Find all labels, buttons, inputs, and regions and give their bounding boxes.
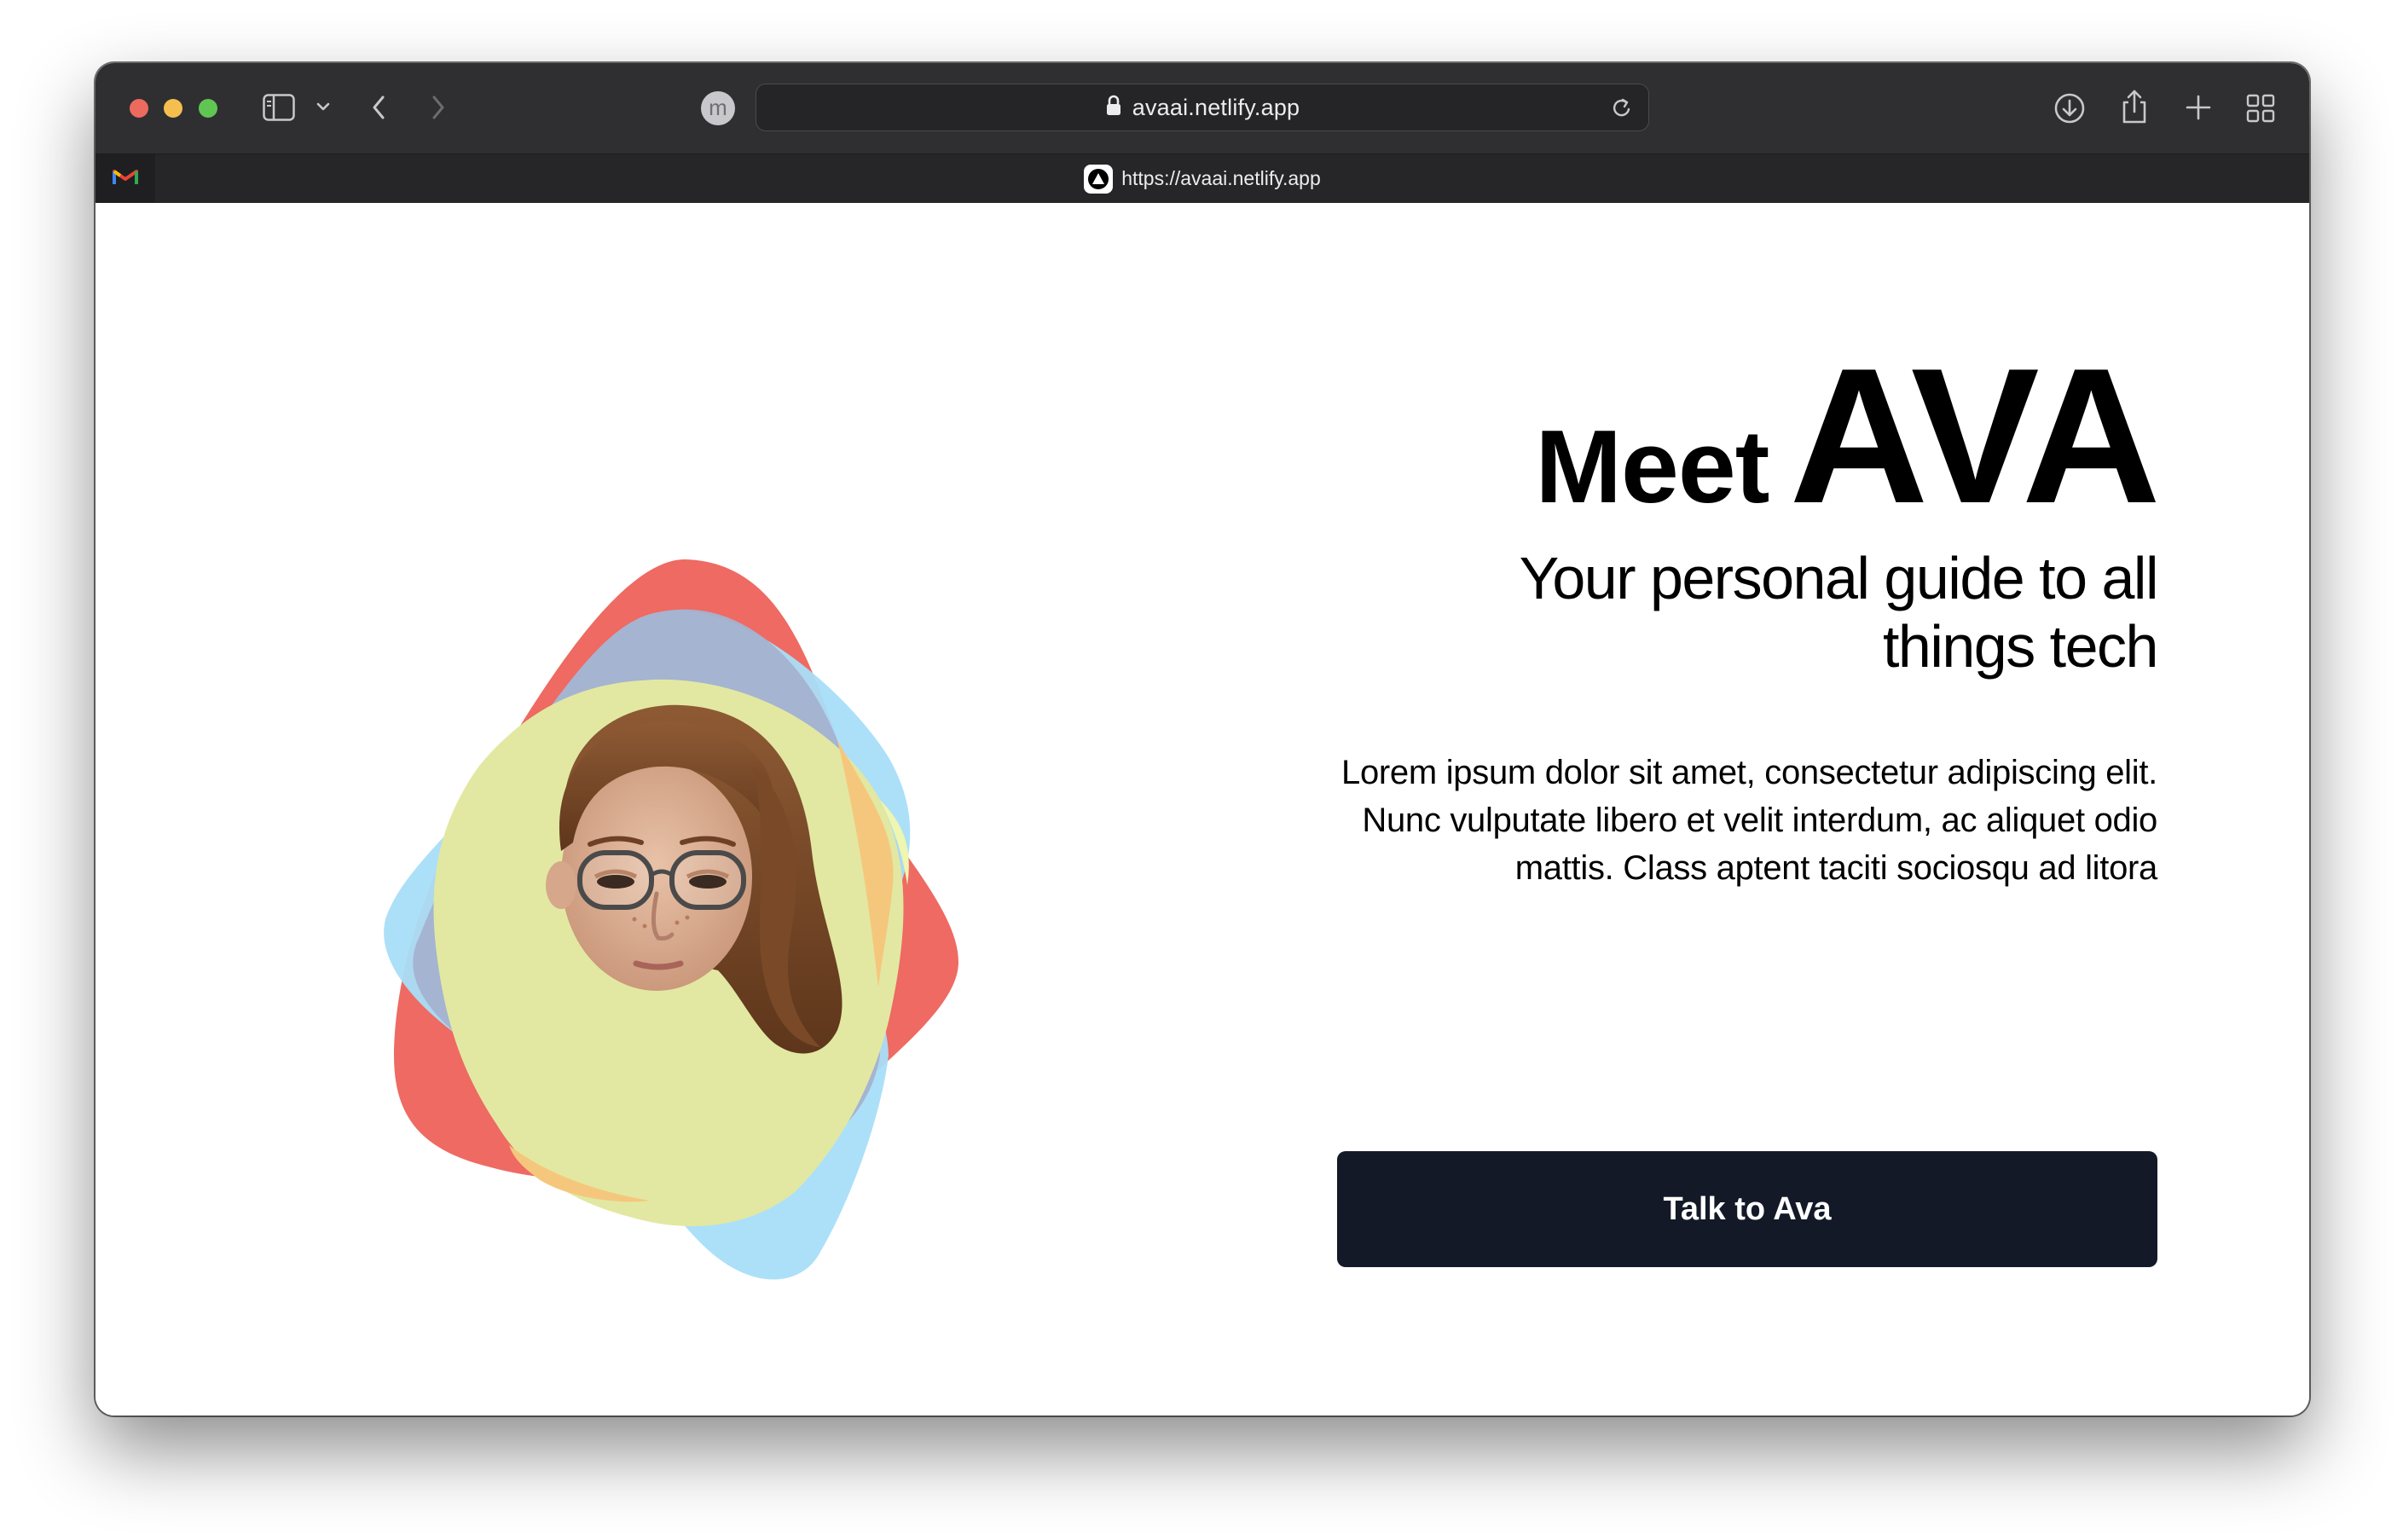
title-prefix: Meet [1535, 408, 1769, 524]
browser-window: m avaai.netlify.app https://avaai.netlif… [96, 63, 2309, 1416]
back-icon[interactable] [370, 94, 387, 121]
hero-text: Meet AVA Your personal guide to all thing… [1305, 339, 2161, 892]
reload-icon[interactable] [1611, 96, 1633, 124]
fullscreen-window-button[interactable] [199, 99, 217, 118]
tab-bar: https://avaai.netlify.app [96, 153, 2309, 203]
forward-icon[interactable] [430, 94, 447, 121]
share-icon[interactable] [2120, 89, 2149, 124]
lock-icon [1105, 95, 1122, 121]
talk-to-ava-button[interactable]: Talk to Ava [1337, 1151, 2157, 1267]
profile-avatar[interactable]: m [701, 91, 735, 125]
close-window-button[interactable] [130, 99, 148, 118]
sidebar-icon[interactable] [263, 94, 295, 121]
chevron-down-icon[interactable] [316, 101, 331, 113]
desktop-background: m avaai.netlify.app https://avaai.netlif… [0, 0, 2403, 1540]
active-tab[interactable]: https://avaai.netlify.app [96, 154, 2309, 203]
address-url: avaai.netlify.app [1132, 94, 1300, 120]
download-icon[interactable] [2053, 92, 2086, 124]
page-content: Meet AVA Your personal guide to all thing… [96, 203, 2309, 1416]
site-favicon [1084, 164, 1114, 194]
hero-description: Lorem ipsum dolor sit amet, consectetur … [1341, 754, 2157, 887]
title-name: AVA [1789, 327, 2161, 543]
hero-illustration [292, 544, 991, 1294]
hero-title: Meet AVA [1305, 339, 2161, 532]
tab-title: https://avaai.netlify.app [1121, 167, 1321, 189]
browser-toolbar: m avaai.netlify.app [96, 63, 2309, 153]
new-tab-icon[interactable] [2185, 94, 2212, 121]
minimize-window-button[interactable] [164, 99, 182, 118]
hero-subtitle: Your personal guide to all things tech [1519, 545, 2159, 680]
address-bar[interactable]: avaai.netlify.app [756, 84, 1649, 131]
tab-overview-icon[interactable] [2246, 94, 2275, 123]
avatar-memoji [546, 704, 842, 1054]
